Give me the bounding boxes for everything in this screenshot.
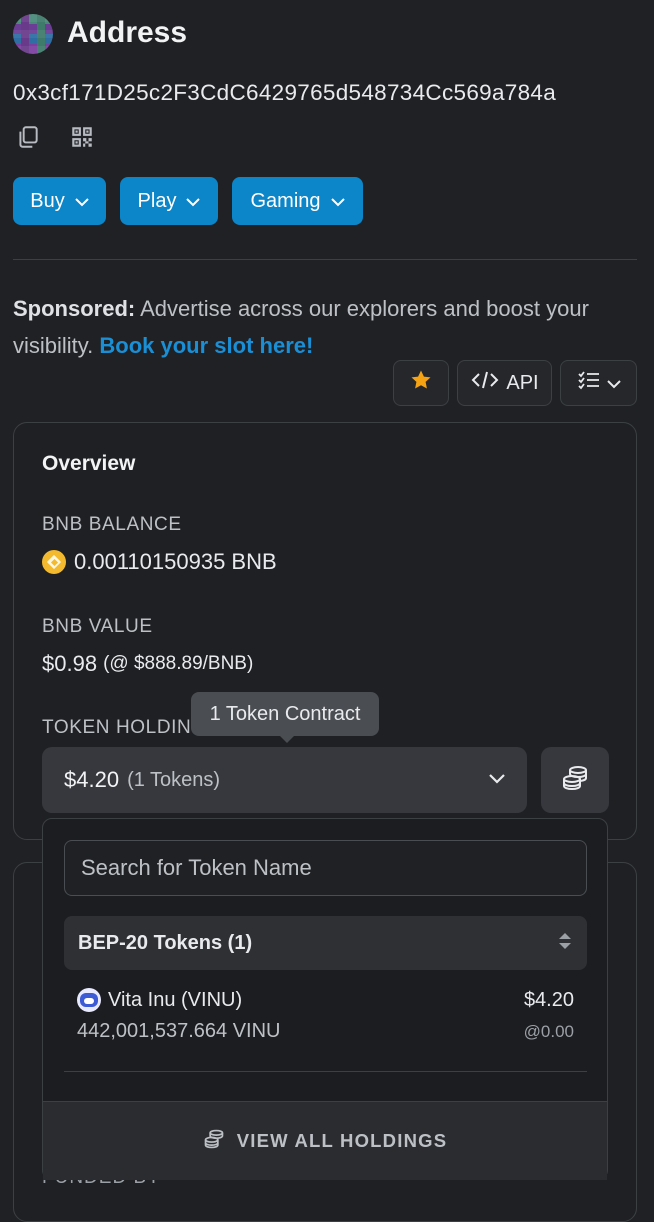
bnb-value-row: $0.98 (@ $888.89/BNB) xyxy=(42,651,253,677)
holdings-count: (1 Tokens) xyxy=(127,768,221,791)
gaming-menu-label: Gaming xyxy=(250,189,321,212)
star-icon xyxy=(409,368,433,398)
api-button[interactable]: API xyxy=(457,360,552,406)
page-title: Address xyxy=(67,16,188,49)
address-avatar xyxy=(13,14,53,54)
bnb-balance-value: 0.00110150935 BNB xyxy=(74,549,277,574)
chevron-down-icon xyxy=(75,190,89,213)
chevron-down-icon xyxy=(330,190,345,213)
play-menu-label: Play xyxy=(137,189,177,212)
bnb-coin-icon xyxy=(42,550,66,574)
divider xyxy=(13,259,637,260)
view-all-holdings-button[interactable]: VIEW ALL HOLDINGS xyxy=(43,1101,607,1180)
token-contract-tooltip: 1 Token Contract xyxy=(191,692,379,743)
token-holdings-dropdown[interactable]: $4.20 (1 Tokens) xyxy=(42,747,527,813)
bnb-balance-row: 0.00110150935 BNB xyxy=(42,549,277,575)
token-value: $4.20 xyxy=(523,988,574,1011)
play-menu-button[interactable]: Play xyxy=(120,177,218,225)
bep20-group-header[interactable]: BEP-20 Tokens (1) xyxy=(64,916,587,970)
divider xyxy=(64,1071,587,1072)
gaming-menu-button[interactable]: Gaming xyxy=(232,177,363,225)
buy-menu-button[interactable]: Buy xyxy=(13,177,106,225)
checklist-icon xyxy=(577,370,601,396)
coin-stack-icon xyxy=(203,1129,225,1154)
book-slot-link[interactable]: Book your slot here! xyxy=(99,333,313,358)
more-options-button[interactable] xyxy=(560,360,637,406)
bnb-balance-label: BNB BALANCE xyxy=(42,514,182,535)
token-price: @0.00 xyxy=(523,1021,574,1041)
chevron-down-icon xyxy=(606,372,621,395)
buy-menu-label: Buy xyxy=(30,189,65,212)
bnb-value-rate: (@ $888.89/BNB) xyxy=(103,653,254,674)
view-all-label: VIEW ALL HOLDINGS xyxy=(236,1130,448,1151)
coin-stack-icon xyxy=(561,765,589,796)
copy-icon[interactable] xyxy=(15,124,41,155)
group-title: BEP-20 Tokens (1) xyxy=(78,931,253,954)
bnb-value-label: BNB VALUE xyxy=(42,616,153,637)
chevron-down-icon xyxy=(186,190,201,213)
token-quantity: 442,001,537.664 VINU xyxy=(77,1020,281,1042)
api-label: API xyxy=(506,371,539,394)
favorite-button[interactable] xyxy=(393,360,449,406)
qr-code-icon[interactable] xyxy=(69,124,95,155)
token-list-item[interactable]: Vita Inu (VINU) $4.20 442,001,537.664 VI… xyxy=(77,988,574,1043)
sort-icon xyxy=(557,931,573,956)
overview-heading: Overview xyxy=(42,452,136,475)
sponsored-banner: Sponsored: Advertise across our explorer… xyxy=(13,290,638,364)
address-hash: 0x3cf171D25c2F3CdC6429765d548734Cc569a78… xyxy=(13,80,557,105)
bnb-value-amount: $0.98 xyxy=(42,651,98,676)
token-name: Vita Inu (VINU) xyxy=(108,988,243,1011)
sponsored-prefix: Sponsored: xyxy=(13,296,136,321)
code-icon xyxy=(470,370,500,396)
view-holdings-button[interactable] xyxy=(541,747,609,813)
holdings-amount: $4.20 xyxy=(64,767,120,792)
token-search-input[interactable] xyxy=(64,840,587,896)
vinu-token-icon xyxy=(77,988,101,1012)
chevron-down-icon xyxy=(489,771,505,789)
